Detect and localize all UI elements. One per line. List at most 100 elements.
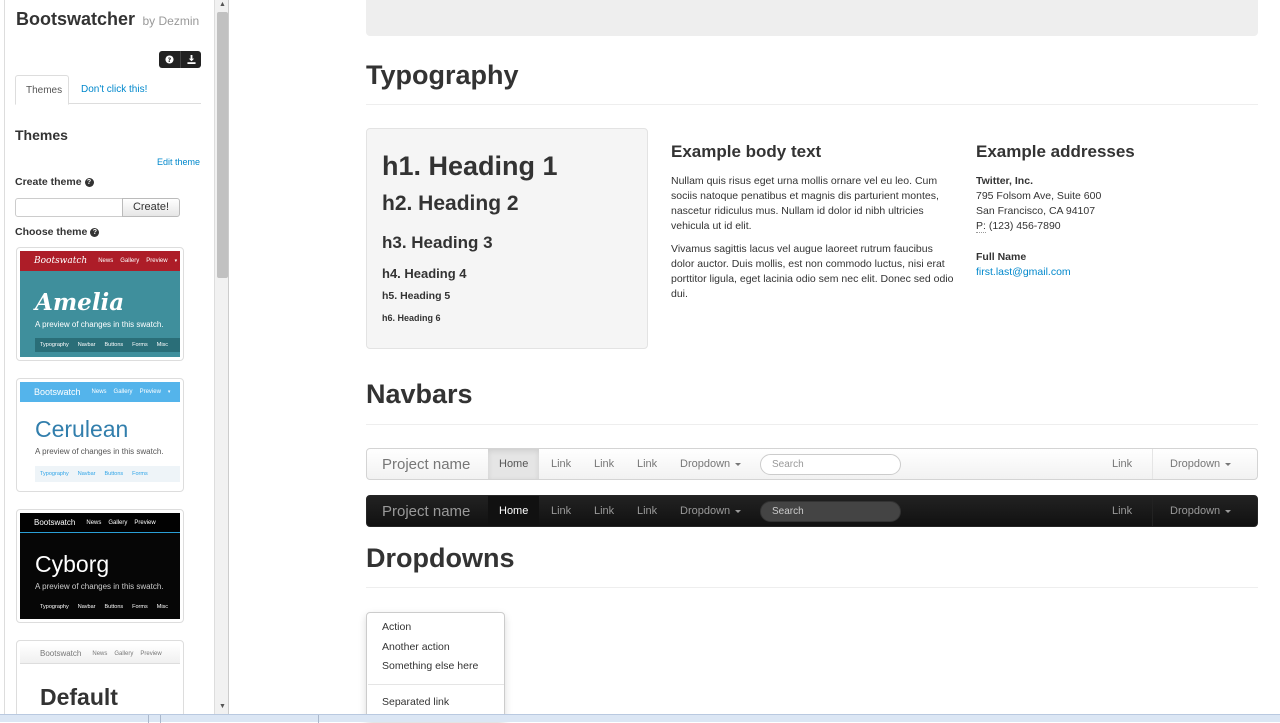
nav-dropdown-label: Dropdown xyxy=(680,458,731,470)
nav-link[interactable]: Link xyxy=(626,496,668,526)
caret-down-icon xyxy=(735,509,742,513)
section-divider xyxy=(366,424,1258,425)
swatch-title: Cyborg xyxy=(35,551,110,577)
nav-link[interactable]: Link xyxy=(583,496,625,526)
swatch-navbar: Bootswatch News Gallery Preview ▾ xyxy=(20,382,180,402)
download-button[interactable] xyxy=(180,51,201,68)
toolbar-button-group: ? xyxy=(159,51,201,68)
nav-right-link[interactable]: Link xyxy=(1101,449,1143,479)
download-icon xyxy=(186,55,196,64)
dropdown-item-action[interactable]: Action xyxy=(382,621,411,633)
choose-theme-label-text: Choose theme xyxy=(15,226,88,238)
nav-right-dropdown[interactable]: Dropdown xyxy=(1159,449,1242,479)
swatch-tabs: Typography Navbar Buttons Forms Misc xyxy=(35,338,180,352)
dropdown-item-separated-link[interactable]: Separated link xyxy=(382,696,449,708)
scroll-down-icon[interactable]: ▼ xyxy=(219,703,226,710)
address-company: Twitter, Inc. xyxy=(976,175,1033,187)
navbar-default: Project name Home Link Link Link Dropdow… xyxy=(366,448,1258,480)
section-divider xyxy=(366,587,1258,588)
nav-dropdown[interactable]: Dropdown xyxy=(669,496,752,526)
scrollbar-thumb[interactable] xyxy=(217,12,228,278)
swatch-tab: Buttons xyxy=(104,471,124,477)
dropdown-item-something-else[interactable]: Something else here xyxy=(382,660,478,672)
tab-dont-click[interactable]: Don't click this! xyxy=(71,75,157,105)
swatch-cyborg[interactable]: Bootswatch News Gallery Preview Cyborg A… xyxy=(16,509,184,623)
nav-link[interactable]: Link xyxy=(583,449,625,479)
nav-dropdown[interactable]: Dropdown xyxy=(669,449,752,479)
swatch-brand: Bootswatch xyxy=(34,387,81,397)
swatch-navbar: Bootswatch News Gallery Preview ▾ xyxy=(20,251,180,271)
sidebar-brand: Bootswatcher by Dezmin xyxy=(16,9,199,30)
swatch-default[interactable]: Bootswatch News Gallery Preview Default xyxy=(16,640,184,714)
caret-down-icon: ▾ xyxy=(174,258,178,264)
nav-home[interactable]: Home xyxy=(488,449,540,479)
dropdown-item-another-action[interactable]: Another action xyxy=(382,641,450,653)
email-link[interactable]: first.last@gmail.com xyxy=(976,265,1071,280)
dropdown-divider xyxy=(368,684,504,685)
caret-down-icon xyxy=(735,462,742,466)
swatch-nav-item: Gallery xyxy=(120,258,140,264)
swatch-tab: Forms xyxy=(132,471,148,477)
edit-theme-link[interactable]: Edit theme xyxy=(157,157,200,167)
swatch-tab: Typography xyxy=(40,342,69,348)
caret-down-icon xyxy=(1225,509,1232,513)
tab-themes[interactable]: Themes xyxy=(15,75,69,105)
question-icon: ? xyxy=(165,55,174,64)
swatch-nav-item: Preview xyxy=(146,258,168,264)
body-paragraph-2: Vivamus sagittis lacus vel augue laoreet… xyxy=(671,243,954,300)
swatch-nav-item: News xyxy=(86,519,102,526)
theme-name-input[interactable] xyxy=(15,198,123,217)
navbar-divider xyxy=(1152,449,1153,479)
swatch-brand: Bootswatch xyxy=(40,649,82,658)
theme-sidebar: Bootswatcher by Dezmin ? Themes Don't cl… xyxy=(0,0,229,714)
nav-link[interactable]: Link xyxy=(540,496,582,526)
swatch-default-preview: Bootswatch News Gallery Preview Default xyxy=(20,644,180,714)
heading-1: h1. Heading 1 xyxy=(382,151,558,181)
create-theme-button[interactable]: Create! xyxy=(122,198,180,217)
help-icon[interactable]: ? xyxy=(84,177,94,187)
sidebar-scrollbar[interactable]: ▲ ▼ xyxy=(214,0,228,714)
swatch-cyborg-preview: Bootswatch News Gallery Preview Cyborg A… xyxy=(20,513,180,619)
nav-dropdown-label: Dropdown xyxy=(1170,458,1221,470)
swatch-description: A preview of changes in this swatch. xyxy=(35,320,164,329)
address-street: 795 Folsom Ave, Suite 600 xyxy=(976,190,1102,202)
headings-well: h1. Heading 1 h2. Heading 2 h3. Heading … xyxy=(366,128,648,349)
help-button[interactable]: ? xyxy=(159,51,180,68)
help-icon[interactable]: ? xyxy=(90,227,100,237)
scroll-up-icon[interactable]: ▲ xyxy=(219,1,226,8)
create-theme-label-text: Create theme xyxy=(15,176,82,188)
swatch-cerulean[interactable]: Bootswatch News Gallery Preview ▾ Cerule… xyxy=(16,378,184,492)
swatch-description: A preview of changes in this swatch. xyxy=(35,447,164,456)
nav-right-dropdown[interactable]: Dropdown xyxy=(1159,496,1242,526)
phone-abbr: P: xyxy=(976,220,986,233)
nav-home[interactable]: Home xyxy=(488,496,540,526)
swatch-navbar: Bootswatch News Gallery Preview xyxy=(20,644,180,664)
heading-5: h5. Heading 5 xyxy=(382,290,451,302)
swatch-cerulean-preview: Bootswatch News Gallery Preview ▾ Cerule… xyxy=(20,382,180,488)
nav-dropdown-label: Dropdown xyxy=(1170,505,1221,517)
svg-text:?: ? xyxy=(168,57,172,64)
swatch-tabs: Typography Navbar Buttons Forms xyxy=(35,466,180,482)
nav-right-link[interactable]: Link xyxy=(1101,496,1143,526)
nav-link[interactable]: Link xyxy=(540,449,582,479)
swatch-navbar: Bootswatch News Gallery Preview xyxy=(20,513,180,533)
navbar-brand[interactable]: Project name xyxy=(382,503,470,520)
caret-down-icon xyxy=(1225,462,1232,466)
swatch-nav-item: Preview xyxy=(139,389,161,395)
nav-link[interactable]: Link xyxy=(626,449,668,479)
address-city: San Francisco, CA 94107 xyxy=(976,205,1096,217)
navbar-search-input[interactable]: Search xyxy=(760,501,901,522)
navbar-search-input[interactable]: Search xyxy=(760,454,901,475)
swatch-brand: Bootswatch xyxy=(34,256,88,266)
swatch-nav-item: Gallery xyxy=(114,650,134,657)
navbar-brand[interactable]: Project name xyxy=(382,456,470,473)
swatch-tab: Navbar xyxy=(77,342,96,348)
swatch-nav-item: Gallery xyxy=(113,389,133,395)
swatch-tab: Forms xyxy=(132,604,148,610)
section-divider xyxy=(366,104,1258,105)
typography-heading: Typography xyxy=(366,60,519,90)
swatch-amelia[interactable]: Bootswatch News Gallery Preview ▾ Amelia… xyxy=(16,247,184,361)
body-text-heading: Example body text xyxy=(671,142,822,161)
heading-4: h4. Heading 4 xyxy=(382,266,467,281)
nav-dropdown-label: Dropdown xyxy=(680,505,731,517)
